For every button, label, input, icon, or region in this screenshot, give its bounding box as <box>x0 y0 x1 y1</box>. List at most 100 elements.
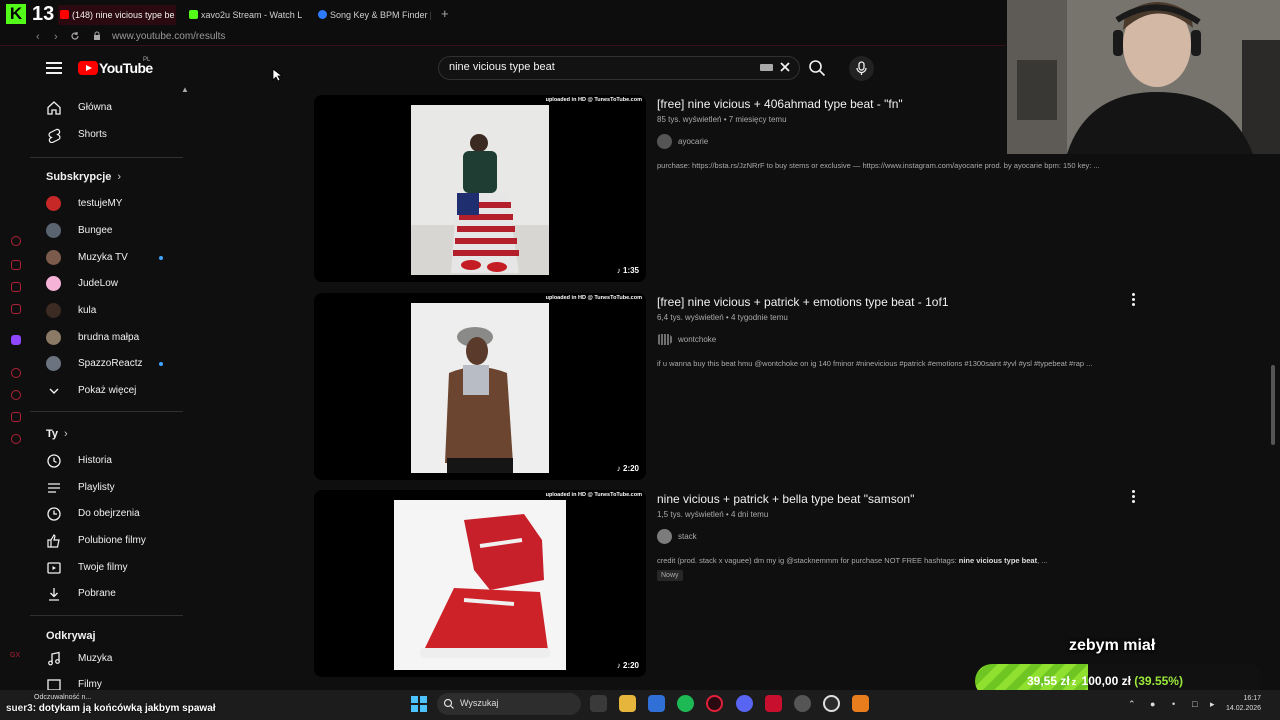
page-scrollbar[interactable] <box>1271 365 1275 445</box>
back-button[interactable]: ‹ <box>36 30 40 44</box>
browser-side-rail: GX <box>8 236 24 659</box>
sidebar-subscription[interactable]: kula <box>30 298 185 324</box>
sidebar-app-icon[interactable] <box>11 304 21 314</box>
channel-name[interactable]: ayocarie <box>678 137 708 146</box>
browser-tab-songkey[interactable]: Song Key & BPM Finder | T <box>316 5 431 25</box>
chat-username: suer3 <box>6 703 33 714</box>
steam-icon[interactable] <box>794 695 811 712</box>
task-view-icon[interactable] <box>590 695 607 712</box>
tray-expand-icon[interactable]: ⌃ <box>1128 699 1136 710</box>
video-title[interactable]: nine vicious + patrick + bella type beat… <box>657 492 914 506</box>
adobe-icon[interactable] <box>765 695 782 712</box>
channel-name[interactable]: wontchoke <box>678 335 716 344</box>
browser-tab-youtube[interactable]: (148) nine vicious type be <box>58 5 176 25</box>
sidebar-subscription[interactable]: brudna małpa <box>30 325 185 351</box>
obs-icon[interactable] <box>823 695 840 712</box>
chat-text: dotykam ją końcówką jakbym spawał <box>38 703 216 714</box>
video-description: credit (prod. stack x vaguee) dm my ig @… <box>657 556 1048 565</box>
more-actions-icon[interactable] <box>1129 490 1137 504</box>
sidebar-subscription[interactable]: SpazzoReactz <box>30 351 185 377</box>
sidebar-app-icon[interactable] <box>11 412 21 422</box>
sidebar-item-label: Twoje filmy <box>78 562 128 573</box>
settings-icon[interactable] <box>11 434 21 444</box>
new-tab-button[interactable]: + <box>441 7 449 21</box>
spotify-icon[interactable] <box>677 695 694 712</box>
search-query[interactable]: nine vicious type beat <box>449 61 555 73</box>
twitch-icon[interactable] <box>11 335 21 345</box>
more-actions-icon[interactable] <box>1129 293 1137 307</box>
weather-widget[interactable]: Odczuwalność n... <box>34 694 91 701</box>
video-thumbnail[interactable]: uploaded in HD @ TunesToTube.com ♪ 1:35 <box>314 95 646 282</box>
store-icon[interactable] <box>648 695 665 712</box>
mic-tray-icon[interactable]: • <box>1172 699 1175 709</box>
player-icon[interactable] <box>11 368 21 378</box>
file-explorer-icon[interactable] <box>619 695 636 712</box>
sidebar-item-home[interactable]: Główna <box>30 95 185 121</box>
opera-gx-icon[interactable] <box>706 695 723 712</box>
messenger-icon[interactable] <box>11 236 21 246</box>
avatar <box>46 223 61 238</box>
sidebar-item-playlists[interactable]: Playlisty <box>30 475 185 501</box>
sidebar-item-movies[interactable]: Filmy <box>30 672 185 690</box>
history-rail-icon[interactable] <box>11 390 21 400</box>
video-meta: 1,5 tys. wyświetleń • 4 dni temu <box>657 510 769 519</box>
gx-label: GX <box>10 652 21 659</box>
voice-search-button[interactable] <box>849 56 874 81</box>
subscription-label: kula <box>78 305 97 316</box>
video-thumbnail[interactable]: uploaded in HD @ TunesToTube.com ♪ 2:20 <box>314 293 646 480</box>
show-more-button[interactable]: Pokaż więcej <box>30 378 185 404</box>
sidebar-app-icon[interactable] <box>11 260 21 270</box>
sidebar-subscription[interactable]: Muzyka TV <box>30 245 185 271</box>
new-content-dot <box>159 362 163 366</box>
music-icon <box>48 651 60 666</box>
sidebar-item-music[interactable]: Muzyka <box>30 646 185 672</box>
video-thumbnail[interactable]: uploaded in HD @ TunesToTube.com ♪ 2:20 <box>314 490 646 677</box>
sidebar-subscription[interactable]: testujeMY <box>30 191 185 217</box>
sidebar-item-liked[interactable]: Polubione filmy <box>30 528 185 554</box>
url-text[interactable]: www.youtube.com/results <box>112 31 225 42</box>
discord-icon[interactable] <box>736 695 753 712</box>
sidebar-subscription[interactable]: Bungee <box>30 218 185 244</box>
sidebar-item-label: Historia <box>78 455 112 466</box>
tab-label: xavo2u Stream - Watch Li <box>201 10 302 20</box>
taskbar-search[interactable] <box>437 693 581 715</box>
reload-icon[interactable] <box>70 31 80 41</box>
kick-logo-icon[interactable]: K <box>6 4 26 24</box>
avatar <box>46 356 61 371</box>
sidebar-item-watch-later[interactable]: Do obejrzenia <box>30 501 185 527</box>
search-icon[interactable] <box>808 59 826 77</box>
volume-icon[interactable]: ▸ <box>1210 699 1215 710</box>
menu-icon[interactable] <box>46 62 62 74</box>
video-title[interactable]: [free] nine vicious + 406ahmad type beat… <box>657 97 903 111</box>
sidebar-divider <box>30 411 183 412</box>
clear-search-icon[interactable] <box>778 60 792 74</box>
sidebar-item-downloads[interactable]: Pobrane <box>30 581 185 607</box>
channel-avatar[interactable] <box>657 529 672 544</box>
sidebar-app-icon[interactable] <box>11 282 21 292</box>
windows-start-icon[interactable] <box>411 696 427 712</box>
sidebar-item-shorts[interactable]: Shorts <box>30 122 185 148</box>
system-clock[interactable]: 16:17 14.02.2026 <box>1226 694 1261 714</box>
fl-studio-icon[interactable] <box>852 695 869 712</box>
browser-tab-kick[interactable]: xavo2u Stream - Watch Li <box>187 5 302 25</box>
forward-button[interactable]: › <box>54 30 58 44</box>
network-icon[interactable]: ● <box>1150 699 1155 709</box>
avatar <box>46 330 61 345</box>
channel-avatar[interactable] <box>657 134 672 149</box>
youtube-logo-icon[interactable] <box>78 61 98 75</box>
goal-current: 39,55 zł <box>1027 674 1070 688</box>
you-heading[interactable]: Ty › <box>46 428 68 440</box>
sidebar-item-history[interactable]: Historia <box>30 448 185 474</box>
display-icon[interactable]: □ <box>1192 699 1197 709</box>
sidebar-subscription[interactable]: JudeLow <box>30 271 185 297</box>
channel-name[interactable]: stack <box>678 532 697 541</box>
subscriptions-title: Subskrypcje <box>46 171 112 183</box>
keyboard-icon[interactable] <box>760 64 773 71</box>
video-result[interactable]: uploaded in HD @ TunesToTube.com ♪ 2:20 … <box>314 490 1144 678</box>
subscription-label: testujeMY <box>78 198 123 209</box>
sidebar-item-your-videos[interactable]: Twoje filmy <box>30 555 185 581</box>
subscriptions-heading[interactable]: Subskrypcje › <box>46 171 121 183</box>
video-title[interactable]: [free] nine vicious + patrick + emotions… <box>657 295 949 309</box>
video-result[interactable]: uploaded in HD @ TunesToTube.com ♪ 2:20 … <box>314 293 1144 481</box>
channel-avatar[interactable] <box>657 332 672 347</box>
